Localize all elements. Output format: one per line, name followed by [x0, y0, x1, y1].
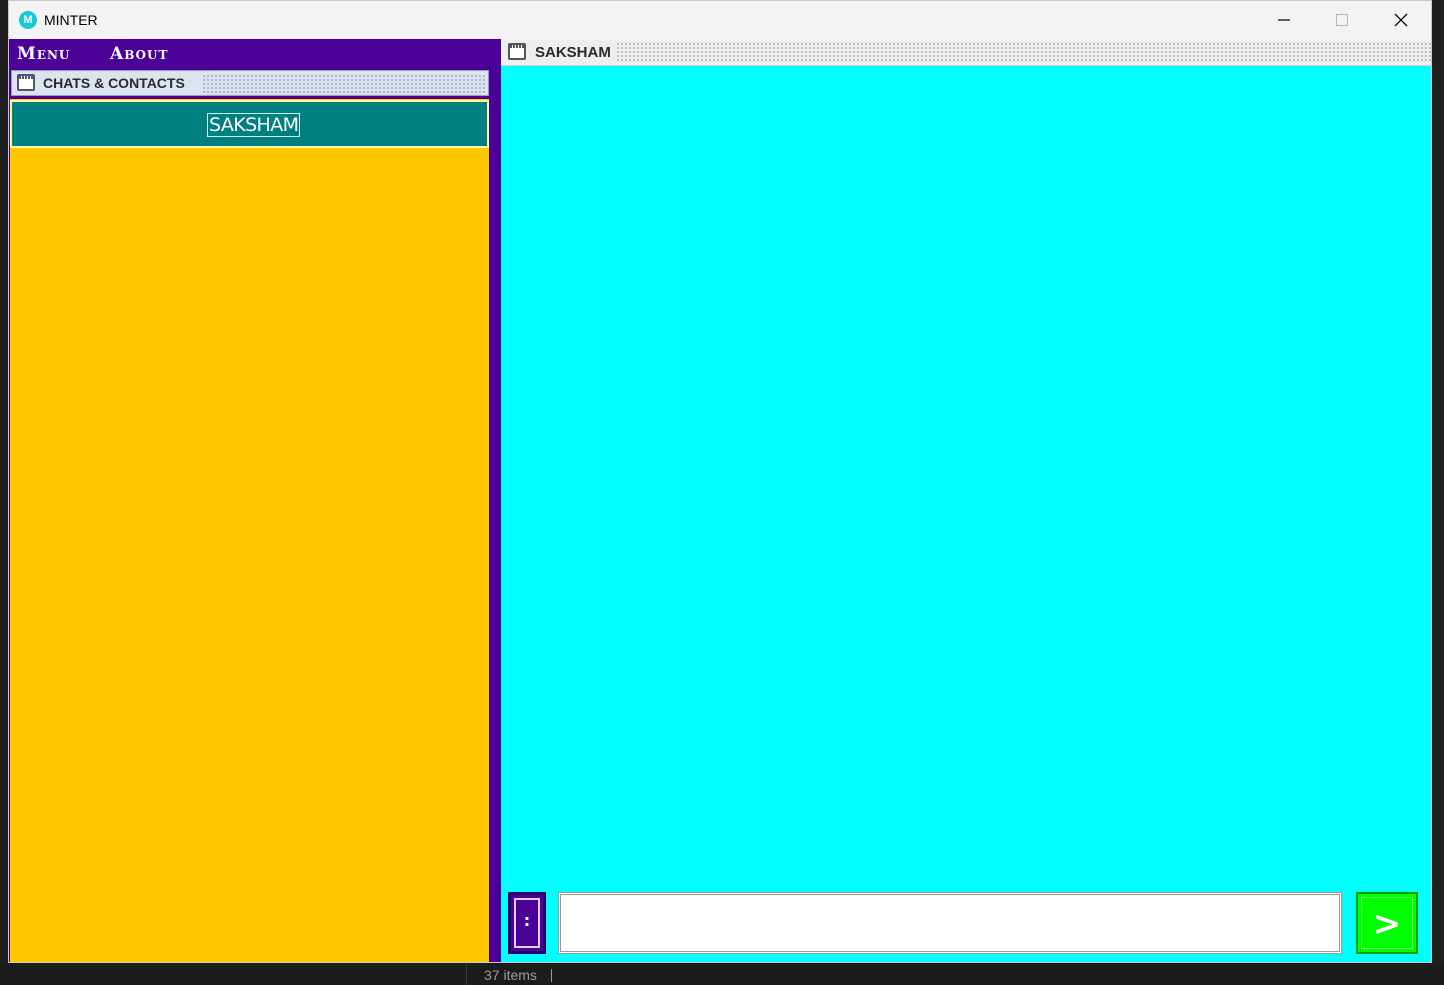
- minimize-button[interactable]: [1255, 1, 1313, 39]
- menu-bar: Menu About: [9, 39, 501, 69]
- explorer-status-bar: [0, 963, 1444, 985]
- contacts-frame-title: CHATS & CONTACTS: [43, 75, 185, 91]
- menu-about[interactable]: About: [110, 44, 168, 64]
- chat-frame-titlebar[interactable]: SAKSHAM: [501, 39, 1431, 66]
- chat-panel: SAKSHAM : >: [501, 39, 1431, 962]
- contacts-list: SAKSHAM: [10, 99, 489, 962]
- app-window: M MINTER Menu About CHATS & CONTACTS SAK…: [8, 0, 1432, 963]
- contact-item[interactable]: SAKSHAM: [10, 100, 489, 148]
- close-icon: [1394, 13, 1408, 27]
- menu-menu[interactable]: Menu: [17, 44, 70, 64]
- contact-name: SAKSHAM: [207, 113, 301, 137]
- window-title: MINTER: [44, 12, 98, 28]
- titlebar-grip: [616, 42, 1431, 61]
- title-bar[interactable]: M MINTER: [9, 1, 1431, 39]
- minimize-icon: [1278, 19, 1290, 21]
- contacts-frame-titlebar[interactable]: CHATS & CONTACTS: [11, 70, 489, 96]
- sidebar-panel: Menu About CHATS & CONTACTS SAKSHAM: [9, 39, 501, 962]
- maximize-icon: [1336, 14, 1348, 26]
- send-icon: >: [1372, 904, 1402, 944]
- send-button[interactable]: >: [1356, 892, 1418, 954]
- chat-options-button[interactable]: :: [508, 892, 546, 954]
- status-separator: [466, 963, 467, 985]
- chat-frame-title: SAKSHAM: [535, 44, 611, 61]
- close-button[interactable]: [1372, 1, 1430, 39]
- maximize-button[interactable]: [1313, 1, 1371, 39]
- app-logo-icon: M: [19, 11, 37, 29]
- more-options-icon: :: [523, 911, 531, 930]
- message-input[interactable]: [558, 892, 1342, 954]
- window-icon: [508, 43, 526, 60]
- titlebar-grip: [202, 74, 485, 93]
- status-caret: [551, 969, 552, 982]
- window-icon: [17, 74, 35, 91]
- item-count-text: 37 items: [484, 967, 537, 983]
